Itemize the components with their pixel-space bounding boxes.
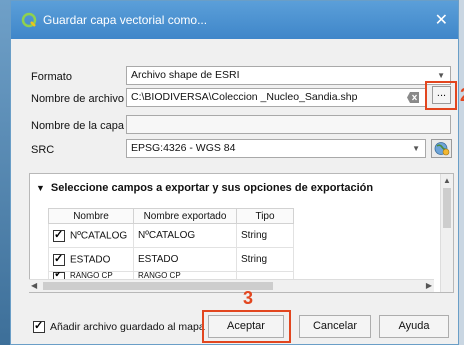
highlight-browse: [425, 81, 457, 110]
crs-globe-icon: [434, 142, 450, 156]
field-name-cell[interactable]: ESTADO: [48, 247, 134, 272]
dialog-title: Guardar capa vectorial como...: [43, 13, 208, 27]
layername-input[interactable]: [126, 115, 451, 134]
table-row[interactable]: ESTADO ESTADO String: [48, 247, 294, 272]
field-name: NºCATALOG: [70, 230, 128, 242]
layername-label: Nombre de la capa: [31, 120, 124, 132]
src-select-value: EPSG:4326 - WGS 84: [131, 142, 236, 154]
collapse-triangle-icon[interactable]: ▼: [36, 183, 45, 193]
step-number-3: 3: [243, 288, 254, 308]
column-header-name[interactable]: Nombre: [48, 208, 134, 224]
fields-export-group: ▼ Seleccione campos a exportar y sus opci…: [29, 173, 454, 293]
field-name: ESTADO: [70, 254, 111, 266]
qgis-logo-icon: [21, 12, 37, 28]
fields-group-header[interactable]: ▼ Seleccione campos a exportar y sus opci…: [36, 182, 373, 194]
checkbox-icon[interactable]: [33, 319, 45, 334]
filename-input[interactable]: C:\BIODIVERSA\Coleccion _Nucleo_Sandia.s…: [126, 88, 426, 107]
field-export-cell[interactable]: NºCATALOG: [133, 223, 237, 248]
src-select[interactable]: EPSG:4326 - WGS 84 ▼: [126, 139, 426, 158]
checkbox-icon[interactable]: [53, 252, 65, 266]
scroll-up-icon[interactable]: ▲: [443, 176, 451, 185]
filename-label: Nombre de archivo: [31, 93, 124, 105]
scroll-right-icon[interactable]: ▶: [426, 281, 432, 290]
scroll-left-icon[interactable]: ◀: [31, 281, 37, 290]
filename-input-value: C:\BIODIVERSA\Coleccion _Nucleo_Sandia.s…: [131, 91, 358, 103]
chevron-down-icon: ▼: [412, 144, 420, 153]
field-name-cell[interactable]: NºCATALOG: [48, 223, 134, 248]
add-to-map-checkbox[interactable]: Añadir archivo guardado al mapa: [33, 319, 205, 334]
format-select-value: Archivo shape de ESRI: [131, 69, 240, 81]
format-select[interactable]: Archivo shape de ESRI ▼: [126, 66, 451, 85]
fields-table: Nombre Nombre exportado Tipo NºCATALOG N…: [48, 208, 294, 282]
column-header-export-name[interactable]: Nombre exportado: [133, 208, 237, 224]
format-label: Formato: [31, 71, 72, 83]
highlight-accept: [202, 310, 291, 343]
fields-table-header: Nombre Nombre exportado Tipo: [48, 208, 294, 224]
add-to-map-label: Añadir archivo guardado al mapa: [50, 321, 205, 333]
close-icon[interactable]: ✕: [435, 10, 448, 30]
save-vector-layer-dialog: Guardar capa vectorial como... ✕ Formato…: [10, 0, 464, 345]
column-header-type[interactable]: Tipo: [236, 208, 294, 224]
field-export-cell[interactable]: ESTADO: [133, 247, 237, 272]
horizontal-scrollbar[interactable]: ◀ ▶: [29, 279, 434, 292]
vertical-scrollbar[interactable]: ▲: [440, 174, 453, 292]
help-button[interactable]: Ayuda: [379, 315, 449, 338]
field-type-cell: String: [236, 223, 294, 248]
scroll-thumb[interactable]: [43, 282, 273, 290]
scroll-thumb[interactable]: [443, 188, 451, 228]
checkbox-icon[interactable]: [53, 228, 65, 242]
field-type-cell: String: [236, 247, 294, 272]
table-row[interactable]: NºCATALOG NºCATALOG String: [48, 223, 294, 248]
step-number-2: 2: [460, 85, 464, 106]
cancel-button[interactable]: Cancelar: [299, 315, 371, 338]
fields-group-title: Seleccione campos a exportar y sus opcio…: [50, 182, 374, 194]
src-label: SRC: [31, 144, 55, 156]
dialog-titlebar: Guardar capa vectorial como... ✕: [11, 1, 458, 39]
crs-select-button[interactable]: [431, 139, 452, 158]
clear-field-icon[interactable]: [407, 92, 419, 103]
